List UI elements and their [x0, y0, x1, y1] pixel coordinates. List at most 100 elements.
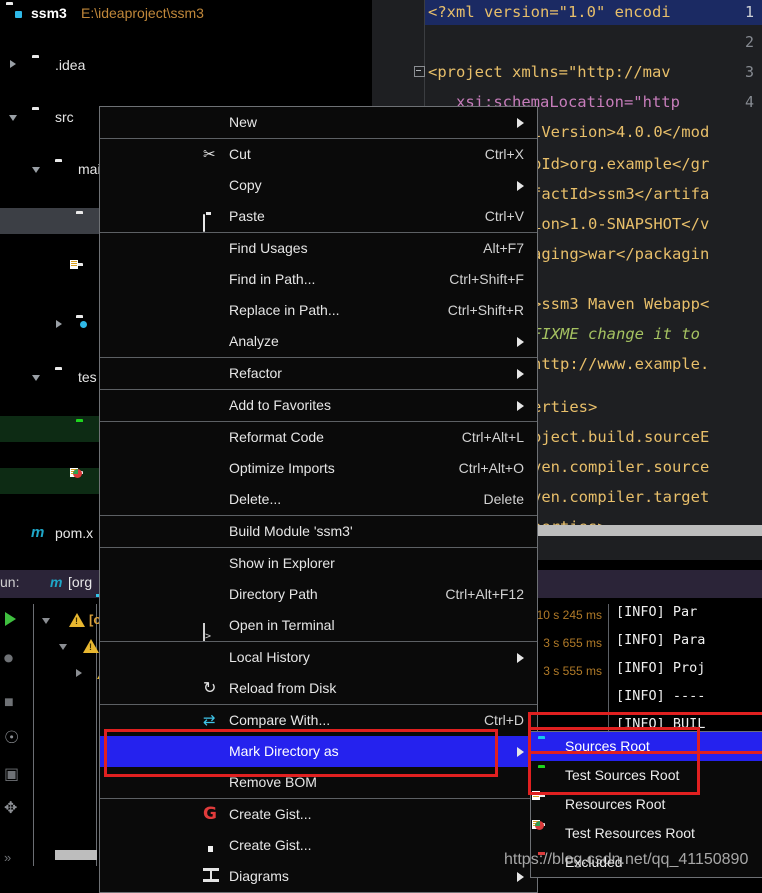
test-tree-pane[interactable]: [org o [33, 604, 97, 866]
code-line: ven.compiler.source [532, 458, 709, 476]
menu-item-local-history[interactable]: Local History [100, 642, 537, 673]
expand-icon[interactable]: ✥ [4, 798, 17, 818]
code-line: ion>1.0-SNAPSHOT</v [532, 215, 709, 233]
chevron-right-icon[interactable] [10, 60, 16, 68]
menu-item-add-to-favorites[interactable]: Add to Favorites [100, 390, 537, 421]
warning-icon [69, 613, 85, 627]
menu-item-create-gist-github[interactable]: Create Gist... [100, 830, 537, 861]
chevron-right-icon [517, 337, 524, 347]
menu-item-reformat-code[interactable]: Reformat Code Ctrl+Alt+L [100, 422, 537, 453]
menu-item-compare-with[interactable]: ⇄ Compare With... Ctrl+D [100, 705, 537, 736]
chevron-down-icon[interactable] [9, 115, 17, 121]
pause-icon[interactable]: ⏺ [4, 648, 13, 669]
menu-item-open-in-terminal[interactable]: Open in Terminal [100, 610, 537, 641]
menu-item-label: Reload from Disk [229, 673, 336, 704]
menu-item-label: Copy [229, 170, 262, 201]
menu-item-delete[interactable]: Delete... Delete [100, 484, 537, 515]
tree-horizontal-scrollbar[interactable] [55, 850, 97, 860]
menu-item-reload-from-disk[interactable]: ↻ Reload from Disk [100, 673, 537, 704]
chevron-right-icon[interactable] [76, 669, 82, 677]
code-line: FIXME change it to [532, 325, 700, 343]
submenu-item-test-resources-root[interactable]: Test Resources Root [531, 819, 762, 848]
run-configuration-name: [org [68, 574, 92, 590]
terminal-icon [203, 617, 220, 634]
menu-item-diagrams[interactable]: Diagrams [100, 861, 537, 892]
menu-item-replace-in-path[interactable]: Replace in Path... Ctrl+Shift+R [100, 295, 537, 326]
menu-item-label: Refactor [229, 358, 282, 389]
menu-item-find-in-path[interactable]: Find in Path... Ctrl+Shift+F [100, 264, 537, 295]
context-menu[interactable]: New ✂ Cut Ctrl+X Copy Paste Ctrl+V Find … [99, 106, 538, 893]
menu-item-label: Add to Favorites [229, 390, 331, 421]
menu-item-label: Remove BOM [229, 767, 317, 798]
code-line: <project xmlns="http://mav [428, 63, 671, 81]
code-line: http://www.example. [532, 355, 709, 373]
tree-row-label: tes [78, 364, 97, 390]
code-line: lVersion>4.0.0</mod [532, 123, 709, 141]
submenu-item-label: Test Sources Root [565, 761, 679, 790]
tree-row-label: pom.x [55, 520, 93, 546]
maven-m-icon: m [31, 520, 44, 546]
code-line: factId>ssm3</artifa [532, 185, 709, 203]
menu-item-mark-directory-as[interactable]: Mark Directory as [100, 736, 537, 767]
code-fold-icon[interactable] [414, 66, 425, 77]
menu-item-create-gist-gitlab[interactable]: G Create Gist... [100, 799, 537, 830]
chevron-right-icon[interactable] [56, 320, 62, 328]
rerun-icon[interactable] [5, 612, 16, 626]
reload-icon: ↻ [203, 680, 220, 697]
line-number: 2 [745, 33, 754, 51]
menu-item-cut[interactable]: ✂ Cut Ctrl+X [100, 139, 537, 170]
tree-row-label: .idea [55, 52, 85, 78]
submenu-item-resources-root[interactable]: Resources Root [531, 790, 762, 819]
menu-item-label: Reformat Code [229, 422, 324, 453]
chevron-down-icon[interactable] [32, 375, 40, 381]
code-line: oject.build.sourceE [532, 428, 709, 446]
watermark: https://blog.csdn.net/qq_41150890 [504, 851, 748, 869]
menu-item-paste[interactable]: Paste Ctrl+V [100, 201, 537, 232]
menu-item-label: Directory Path [229, 579, 318, 610]
project-root-row[interactable]: ssm3 E:\ideaproject\ssm3 [0, 0, 372, 26]
chevron-right-icon [517, 401, 524, 411]
line-number: 1 [745, 3, 754, 21]
menu-item-label: Open in Terminal [229, 610, 335, 641]
menu-item-label: Local History [229, 642, 310, 673]
menu-item-shortcut: Ctrl+Alt+L [462, 422, 524, 453]
console-line: [INFO] ---- [616, 688, 705, 704]
chevron-down-icon[interactable] [59, 644, 67, 650]
clipboard-icon [203, 208, 220, 225]
menu-item-new[interactable]: New [100, 107, 537, 138]
chevron-down-icon[interactable] [42, 618, 50, 624]
code-line: pId>org.example</gr [532, 155, 709, 173]
compare-icon: ⇄ [203, 712, 220, 729]
menu-item-label: Mark Directory as [229, 736, 339, 767]
code-line: aging>war</packagin [532, 245, 709, 263]
tree-row[interactable]: .idea [0, 52, 372, 78]
camera-icon[interactable]: ▣ [4, 764, 19, 784]
filter-icon[interactable]: ☉ [4, 728, 19, 748]
run-label: un: [0, 574, 19, 590]
menu-item-copy[interactable]: Copy [100, 170, 537, 201]
submenu-item-sources-root[interactable]: Sources Root [531, 732, 762, 761]
menu-item-build-module[interactable]: Build Module 'ssm3' [100, 516, 537, 547]
menu-item-show-in-explorer[interactable]: Show in Explorer [100, 548, 537, 579]
menu-item-label: Cut [229, 139, 251, 170]
menu-item-optimize-imports[interactable]: Optimize Imports Ctrl+Alt+O [100, 453, 537, 484]
menu-item-label: Paste [229, 201, 265, 232]
menu-item-find-usages[interactable]: Find Usages Alt+F7 [100, 233, 537, 264]
menu-item-directory-path[interactable]: Directory Path Ctrl+Alt+F12 [100, 579, 537, 610]
menu-item-analyze[interactable]: Analyze [100, 326, 537, 357]
console-line: [INFO] BUIL [616, 716, 705, 732]
chevron-down-icon[interactable] [32, 167, 40, 173]
submenu-item-label: Resources Root [565, 790, 665, 819]
submenu-item-test-sources-root[interactable]: Test Sources Root [531, 761, 762, 790]
chevron-right-icon [517, 747, 524, 757]
menu-item-refactor[interactable]: Refactor [100, 358, 537, 389]
line-number: 3 [745, 63, 754, 81]
menu-item-shortcut: Ctrl+Shift+F [449, 264, 524, 295]
menu-item-label: Find Usages [229, 233, 308, 264]
line-number: 4 [745, 93, 754, 111]
chevron-right-icon [517, 181, 524, 191]
menu-item-label: Build Module 'ssm3' [229, 516, 353, 547]
more-icon[interactable]: » [4, 850, 11, 865]
stop-icon[interactable]: ■ [4, 694, 14, 712]
menu-item-remove-bom[interactable]: Remove BOM [100, 767, 537, 798]
